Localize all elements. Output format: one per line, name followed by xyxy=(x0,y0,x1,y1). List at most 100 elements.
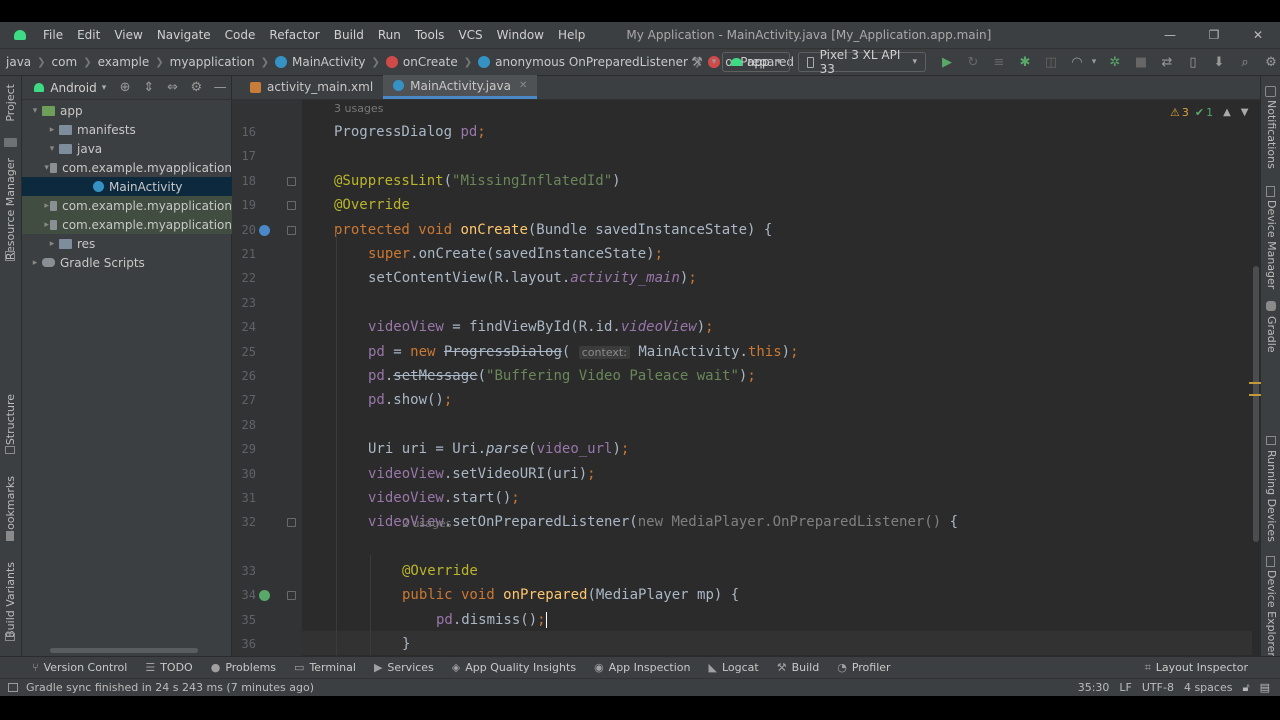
project-view-select[interactable]: Android xyxy=(50,81,96,95)
stop-icon[interactable]: ■ xyxy=(1133,54,1149,70)
tool-tab-services[interactable]: ▶ Services xyxy=(374,661,434,674)
tool-tab-profiler[interactable]: ◔ Profiler xyxy=(837,661,890,674)
menu-tools[interactable]: Tools xyxy=(408,28,452,42)
inspection-widget[interactable]: ⚠ 3 ✔ 1 ▲ ▼ xyxy=(1170,106,1249,119)
menu-build[interactable]: Build xyxy=(327,28,371,42)
tree-item[interactable]: ▸ manifests xyxy=(22,120,232,139)
override-method-icon[interactable] xyxy=(259,224,270,236)
tool-tab-logcat[interactable]: ◣ Logcat xyxy=(708,661,758,674)
breadcrumb-item[interactable]: myapplication xyxy=(170,55,255,69)
fold-toggle-icon[interactable] xyxy=(287,176,296,186)
menu-help[interactable]: Help xyxy=(551,28,592,42)
fold-toggle-icon[interactable] xyxy=(287,225,296,235)
editor-tab[interactable]: activity_main.xml xyxy=(240,75,383,99)
profile-icon[interactable]: ◠ xyxy=(1069,54,1085,70)
menu-file[interactable]: File xyxy=(36,28,70,42)
warning-stripe-marker[interactable] xyxy=(1249,382,1261,384)
attach-debugger-icon[interactable]: ✲ xyxy=(1107,54,1123,70)
breadcrumb-item[interactable]: java xyxy=(6,55,31,69)
settings-icon[interactable]: ⚙ xyxy=(1263,54,1279,70)
line-separator[interactable]: LF xyxy=(1119,681,1131,694)
running-devices-tab[interactable]: Running Devices xyxy=(1265,450,1278,542)
device-explorer-tab[interactable]: Device Explorer xyxy=(1265,570,1278,657)
editor-tab[interactable]: MainActivity.java ✕ xyxy=(383,75,538,99)
close-tab-icon[interactable]: ✕ xyxy=(519,80,527,91)
warning-stripe-marker[interactable] xyxy=(1249,394,1261,396)
project-tool-tab[interactable]: Project xyxy=(4,84,17,122)
locate-icon[interactable]: ⊕ xyxy=(118,80,132,96)
bookmarks-tab[interactable]: Bookmarks xyxy=(4,476,17,537)
build-variants-tab[interactable]: Build Variants xyxy=(4,562,17,638)
tree-item[interactable]: ▾ app xyxy=(22,101,232,120)
tool-tab-build[interactable]: ⚒ Build xyxy=(777,661,820,674)
chevron-down-icon[interactable]: ▼ xyxy=(1241,107,1249,118)
gradle-tab[interactable]: Gradle xyxy=(1265,316,1278,353)
coverage-icon[interactable]: ◫ xyxy=(1043,54,1059,70)
breadcrumb-item[interactable]: onCreate xyxy=(403,55,458,69)
menu-vcs[interactable]: VCS xyxy=(451,28,489,42)
fold-toggle-icon[interactable] xyxy=(287,201,296,211)
file-encoding[interactable]: UTF-8 xyxy=(1142,681,1174,694)
search-icon[interactable]: ⌕ xyxy=(1237,54,1253,70)
tool-tab-app-quality-insights[interactable]: ◈ App Quality Insights xyxy=(452,661,576,674)
breadcrumb-item[interactable]: com xyxy=(52,55,78,69)
run-icon[interactable]: ▶ xyxy=(939,54,955,70)
status-tool-windows-icon[interactable] xyxy=(8,683,18,692)
gear-icon[interactable]: ⚙ xyxy=(190,80,204,96)
breadcrumb-item[interactable]: anonymous OnPreparedListener xyxy=(495,55,688,69)
fold-toggle-icon[interactable] xyxy=(287,518,296,528)
indent-setting[interactable]: 4 spaces xyxy=(1184,681,1233,694)
override-method-icon[interactable] xyxy=(259,590,270,602)
sync-gradle-icon[interactable]: ⇄ xyxy=(1159,54,1175,70)
hammer-icon[interactable]: ⚒ xyxy=(689,54,705,70)
chevron-up-icon[interactable]: ▲ xyxy=(1223,107,1231,118)
tool-tab-problems[interactable]: ● Problems xyxy=(211,661,276,674)
lock-icon[interactable]: 🔓︎ xyxy=(1242,681,1249,695)
tool-tab-todo[interactable]: ☰ TODO xyxy=(145,661,192,674)
close-icon[interactable]: ✕ xyxy=(1236,22,1280,48)
device-select[interactable]: Pixel 3 XL API 33 ▾ xyxy=(798,48,926,76)
editor-vertical-scrollbar[interactable] xyxy=(1253,266,1259,542)
menu-refactor[interactable]: Refactor xyxy=(262,28,326,42)
restore-icon[interactable]: ❐ xyxy=(1192,22,1236,48)
tree-chevron-icon[interactable]: ▸ xyxy=(43,201,50,211)
tree-item[interactable]: MainActivity xyxy=(22,177,232,196)
tree-chevron-icon[interactable]: ▸ xyxy=(45,239,59,249)
tool-tab-version-control[interactable]: ⑂ Version Control xyxy=(32,661,127,674)
chevron-down-icon[interactable]: ▾ xyxy=(1090,54,1098,70)
resource-manager-tab[interactable]: Resource Manager xyxy=(4,158,17,260)
usages-hint[interactable]: 3 usages xyxy=(334,102,383,115)
tree-item[interactable]: ▸ com.example.myapplication xyxy=(22,215,232,234)
tree-chevron-icon[interactable]: ▸ xyxy=(28,258,42,268)
tree-item[interactable]: ▾ java xyxy=(22,139,232,158)
structure-tab[interactable]: Structure xyxy=(4,394,17,445)
notifications-tab[interactable]: Notifications xyxy=(1265,100,1278,169)
tree-item[interactable]: ▸ res xyxy=(22,234,232,253)
project-horizontal-scrollbar[interactable] xyxy=(50,648,198,653)
device-manager-icon[interactable]: ▯ xyxy=(1185,54,1201,70)
breadcrumb-item[interactable]: example xyxy=(98,55,150,69)
minimize-icon[interactable]: — xyxy=(1148,22,1192,48)
expand-all-icon[interactable]: ⇕ xyxy=(142,80,156,96)
code-editor[interactable]: 3 usages ProgressDialog pd; @SuppressLint(… xyxy=(302,100,1252,656)
tool-tab-terminal[interactable]: ▭ Terminal xyxy=(294,661,356,674)
hide-icon[interactable]: — xyxy=(213,80,227,96)
run-config-select[interactable]: app ▾ xyxy=(722,52,790,72)
tree-item[interactable]: ▾ com.example.myapplication xyxy=(22,158,232,177)
menu-code[interactable]: Code xyxy=(218,28,263,42)
usages-hint[interactable]: 2 usages xyxy=(402,517,451,530)
menu-window[interactable]: Window xyxy=(490,28,551,42)
collapse-all-icon[interactable]: ⇔ xyxy=(166,80,180,96)
tree-item[interactable]: ▸ com.example.myapplication xyxy=(22,196,232,215)
tree-chevron-icon[interactable]: ▸ xyxy=(43,220,50,230)
tree-chevron-icon[interactable]: ▾ xyxy=(43,163,50,173)
chevron-down-icon[interactable]: ▾ xyxy=(102,83,107,93)
device-manager-tab[interactable]: Device Manager xyxy=(1265,200,1278,289)
fold-toggle-icon[interactable] xyxy=(287,591,296,601)
caret-position[interactable]: 35:30 xyxy=(1078,681,1110,694)
menu-view[interactable]: View xyxy=(107,28,149,42)
layout-inspector-tab[interactable]: ⌗ Layout Inspector xyxy=(1145,661,1248,675)
memory-icon[interactable]: ▤ xyxy=(1260,681,1270,694)
breadcrumb-item[interactable]: MainActivity xyxy=(292,55,366,69)
tree-item[interactable]: ▸ Gradle Scripts xyxy=(22,253,232,272)
